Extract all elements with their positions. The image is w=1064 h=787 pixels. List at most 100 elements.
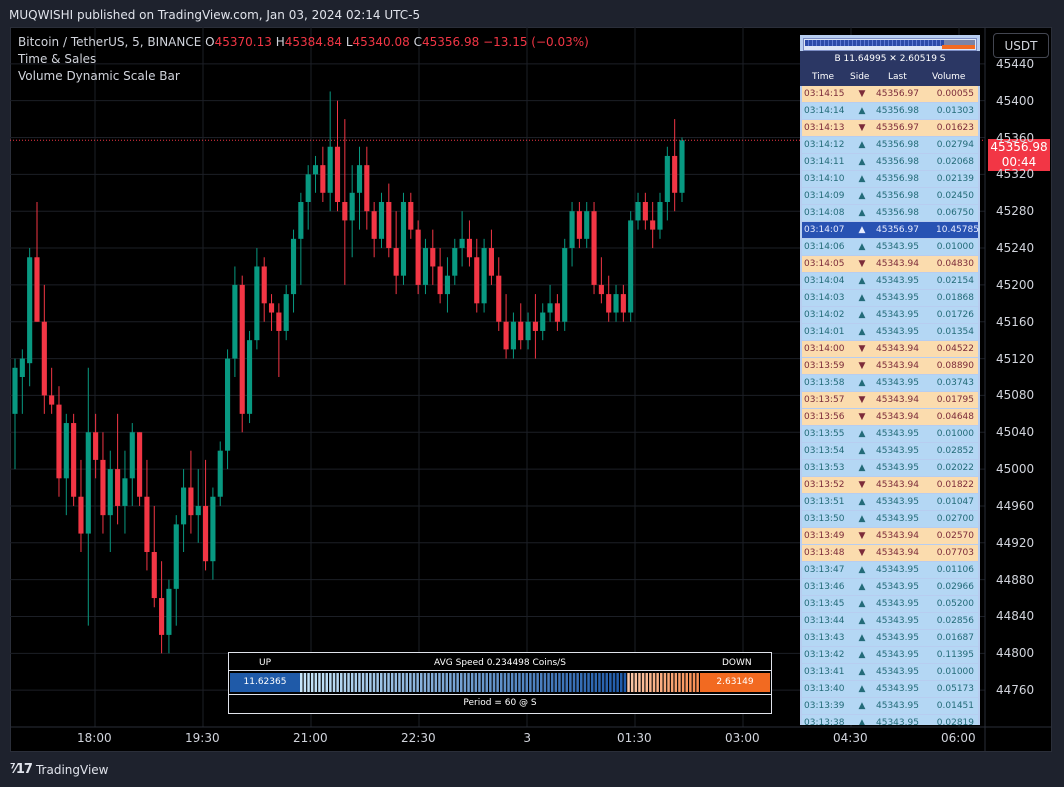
price-tick-label: 44920	[996, 535, 1035, 550]
indicator-volume-bar[interactable]: Volume Dynamic Scale Bar	[18, 68, 589, 85]
trade-time: 03:14:14	[804, 106, 845, 116]
candle-down	[268, 303, 275, 313]
volume-dynamic-bar: UP AVG Speed 0.234498 Coins/S DOWN 11.62…	[228, 652, 772, 714]
candle-up	[628, 220, 634, 313]
price-tick-label: 44760	[996, 683, 1035, 698]
trade-row: 03:14:10 ▲ 45356.98 0.02139	[802, 171, 978, 187]
candle-up	[540, 312, 546, 331]
candle-up	[459, 238, 465, 249]
brand-name: TradingView	[35, 762, 109, 777]
candle-up	[584, 211, 590, 239]
buy-arrow-icon: ▲	[858, 616, 866, 626]
down-stripe	[674, 673, 678, 692]
trade-volume: 0.01106	[936, 565, 974, 575]
down-stripe	[667, 673, 670, 692]
candle-up	[305, 174, 311, 202]
trade-row: 03:14:00 ▼ 45343.94 0.04522	[802, 341, 978, 357]
up-stripe	[500, 673, 503, 692]
trade-volume: 0.01354	[936, 327, 974, 337]
up-stripe	[369, 673, 372, 692]
candle-down	[34, 257, 40, 322]
buy-arrow-icon: ▲	[858, 293, 866, 303]
candle-up	[613, 294, 619, 313]
avg-speed: AVG Speed 0.234498 Coins/S	[434, 658, 566, 668]
buy-arrow-icon: ▲	[858, 650, 866, 660]
buy-arrow-icon: ▲	[858, 276, 866, 286]
up-stripe	[485, 673, 488, 692]
up-stripe	[598, 673, 601, 692]
down-stripe	[696, 673, 699, 692]
trade-volume: 0.02966	[936, 582, 974, 592]
trade-price: 45343.94	[876, 361, 919, 371]
trade-row: 03:14:02 ▲ 45343.95 0.01726	[802, 307, 978, 323]
trade-price: 45343.95	[876, 599, 919, 609]
symbol-line: Bitcoin / TetherUS, 5, BINANCE O45370.13…	[18, 34, 589, 51]
currency-button[interactable]: USDT	[993, 33, 1049, 58]
trade-row: 03:14:13 ▼ 45356.97 0.01623	[802, 120, 978, 136]
time-tick-label: 18:00	[77, 731, 112, 745]
trade-time: 03:13:42	[804, 650, 845, 660]
up-stripe	[609, 673, 612, 692]
trade-row: 03:13:48 ▼ 45343.94 0.07703	[802, 545, 978, 561]
up-stripe	[380, 673, 383, 692]
candle-up	[525, 321, 531, 341]
trade-volume: 0.00055	[936, 89, 974, 99]
up-stripe	[449, 673, 452, 692]
candle-up	[63, 423, 69, 479]
candle-up	[569, 211, 575, 249]
candle-down	[598, 284, 604, 295]
trade-price: 45343.94	[876, 412, 919, 422]
trade-time: 03:13:43	[804, 633, 845, 643]
trade-row: 03:13:59 ▼ 45343.94 0.08890	[802, 358, 978, 374]
candle-down	[532, 321, 538, 331]
trade-price: 45356.98	[876, 157, 919, 167]
trade-row: 03:14:04 ▲ 45343.95 0.02154	[802, 273, 978, 289]
up-stripe	[525, 673, 528, 692]
indicator-time-sales[interactable]: Time & Sales	[18, 51, 589, 68]
price-tick-label: 45040	[996, 425, 1035, 440]
buy-arrow-icon: ▲	[858, 582, 866, 592]
buy-arrow-icon: ▲	[858, 208, 866, 218]
trade-row: 03:13:55 ▲ 45343.95 0.01000	[802, 426, 978, 442]
trade-price: 45356.97	[876, 123, 919, 133]
price-tick-label: 44880	[996, 572, 1035, 587]
ohlc-high: 45384.84	[284, 35, 342, 49]
up-stripe	[543, 673, 547, 692]
price-tick-label: 45320	[996, 167, 1035, 182]
trade-row: 03:13:38 ▲ 45343.95 0.02819	[802, 715, 978, 725]
candle-up	[679, 140, 685, 193]
up-stripe	[307, 673, 310, 692]
up-stripe	[481, 673, 485, 692]
candle-up	[349, 192, 355, 221]
sell-arrow-icon: ▼	[858, 89, 866, 99]
buy-gauge-fill	[805, 40, 944, 46]
chart-legend: Bitcoin / TetherUS, 5, BINANCE O45370.13…	[18, 34, 589, 85]
symbol-title[interactable]: Bitcoin / TetherUS, 5, BINANCE	[18, 35, 201, 49]
tradingview-brand[interactable]: ⁷⁄17 TradingView	[10, 762, 108, 777]
price-tick-label: 45120	[996, 351, 1035, 366]
trade-row: 03:14:12 ▲ 45356.98 0.02794	[802, 137, 978, 153]
trade-time: 03:14:12	[804, 140, 845, 150]
price-tick-label: 45280	[996, 204, 1035, 219]
up-stripe	[332, 673, 336, 692]
trade-volume: 0.02794	[936, 140, 974, 150]
down-stripe	[645, 673, 648, 692]
trade-price: 45343.94	[876, 259, 919, 269]
trade-time: 03:13:38	[804, 718, 845, 725]
candle-up	[85, 432, 91, 534]
trade-time: 03:13:50	[804, 514, 845, 524]
up-stripe	[590, 673, 594, 692]
candle-down	[466, 238, 473, 258]
trade-price: 45343.95	[876, 650, 919, 660]
trade-price: 45343.95	[876, 667, 919, 677]
up-stripe	[394, 673, 398, 692]
candle-up	[657, 202, 663, 230]
trade-price: 45343.95	[876, 276, 919, 286]
down-stripe	[660, 673, 663, 692]
trade-price: 45343.94	[876, 344, 919, 354]
up-stripe	[340, 673, 343, 692]
trade-volume: 0.06750	[936, 208, 974, 218]
up-stripe	[365, 673, 368, 692]
buy-arrow-icon: ▲	[858, 633, 866, 643]
candle-down	[41, 321, 47, 396]
